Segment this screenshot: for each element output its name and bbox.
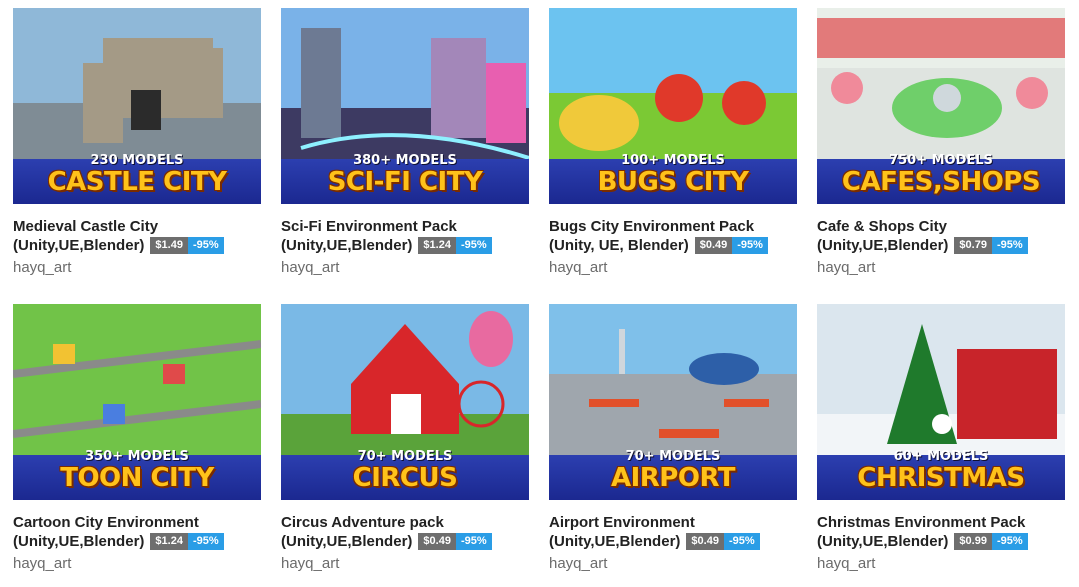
product-banner: 70+ MODELS AIRPORT: [549, 449, 797, 500]
product-banner: 230 MODELS CASTLE CITY: [13, 153, 261, 204]
price-badge: $0.49: [694, 237, 733, 254]
product-title-line2[interactable]: (Unity,UE,Blender): [281, 532, 412, 551]
discount-badge: -95%: [732, 237, 768, 254]
product-title-line1[interactable]: Airport Environment: [549, 513, 797, 532]
product-title[interactable]: Cafe & Shops City (Unity,UE,Blender) $0.…: [817, 217, 1065, 255]
product-banner: 350+ MODELS TOON CITY: [13, 449, 261, 500]
product-title-line2[interactable]: (Unity,UE,Blender): [549, 532, 680, 551]
product-title[interactable]: Bugs City Environment Pack (Unity, UE, B…: [549, 217, 797, 255]
banner-model-count: 350+ MODELS: [85, 449, 189, 464]
discount-badge: -95%: [455, 533, 492, 550]
product-banner: 70+ MODELS CIRCUS: [281, 449, 529, 500]
banner-model-count: 60+ MODELS: [893, 449, 989, 464]
product-title-line1[interactable]: Circus Adventure pack: [281, 513, 529, 532]
discount-badge: -95%: [991, 533, 1028, 550]
product-title-line2[interactable]: (Unity,UE,Blender): [281, 236, 412, 255]
product-thumbnail[interactable]: 70+ MODELS AIRPORT: [549, 304, 797, 500]
product-title[interactable]: Airport Environment (Unity,UE,Blender) $…: [549, 513, 797, 551]
product-title[interactable]: Medieval Castle City (Unity,UE,Blender) …: [13, 217, 261, 255]
product-thumbnail[interactable]: 750+ MODELS CAFES,SHOPS: [817, 8, 1065, 204]
product-banner: 60+ MODELS CHRISTMAS: [817, 449, 1065, 500]
banner-model-count: 70+ MODELS: [625, 449, 721, 464]
product-card[interactable]: 70+ MODELS CIRCUS Circus Adventure pack …: [281, 304, 529, 578]
price-badge: $1.24: [150, 533, 188, 550]
product-title[interactable]: Sci-Fi Environment Pack (Unity,UE,Blende…: [281, 217, 529, 255]
product-thumbnail[interactable]: 100+ MODELS BUGS CITY: [549, 8, 797, 204]
product-banner: 380+ MODELS SCI-FI CITY: [281, 153, 529, 204]
price-badge: $1.49: [150, 237, 188, 254]
product-title-line1[interactable]: Cafe & Shops City: [817, 217, 1065, 236]
product-title-line2[interactable]: (Unity,UE,Blender): [817, 236, 948, 255]
product-title-line2[interactable]: (Unity,UE,Blender): [13, 532, 144, 551]
banner-model-count: 750+ MODELS: [889, 153, 993, 168]
banner-name: TOON CITY: [60, 463, 214, 493]
product-thumbnail[interactable]: 350+ MODELS TOON CITY: [13, 304, 261, 500]
author-name[interactable]: hayq_art: [13, 555, 261, 572]
author-name[interactable]: hayq_art: [549, 555, 797, 572]
banner-name: AIRPORT: [610, 463, 736, 493]
product-title[interactable]: Cartoon City Environment (Unity,UE,Blend…: [13, 513, 261, 551]
discount-badge: -95%: [187, 237, 224, 254]
discount-badge: -95%: [187, 533, 224, 550]
product-thumbnail[interactable]: 230 MODELS CASTLE CITY: [13, 8, 261, 204]
discount-badge: -95%: [723, 533, 760, 550]
product-title-line1[interactable]: Cartoon City Environment: [13, 513, 261, 532]
discount-badge: -95%: [455, 237, 492, 254]
product-card[interactable]: 380+ MODELS SCI-FI CITY Sci-Fi Environme…: [281, 8, 529, 282]
product-card[interactable]: 60+ MODELS CHRISTMAS Christmas Environme…: [817, 304, 1065, 578]
author-name[interactable]: hayq_art: [281, 555, 529, 572]
product-thumbnail[interactable]: 60+ MODELS CHRISTMAS: [817, 304, 1065, 500]
banner-name: CHRISTMAS: [857, 463, 1025, 493]
product-card[interactable]: 750+ MODELS CAFES,SHOPS Cafe & Shops Cit…: [817, 8, 1065, 282]
product-title-line1[interactable]: Bugs City Environment Pack: [549, 217, 797, 236]
product-title-line1[interactable]: Christmas Environment Pack: [817, 513, 1065, 532]
banner-name: SCI-FI CITY: [327, 167, 483, 197]
price-badge: $0.79: [954, 237, 992, 254]
product-thumbnail[interactable]: 380+ MODELS SCI-FI CITY: [281, 8, 529, 204]
product-card[interactable]: 350+ MODELS TOON CITY Cartoon City Envir…: [13, 304, 261, 578]
product-title-line1[interactable]: Medieval Castle City: [13, 217, 261, 236]
author-name[interactable]: hayq_art: [817, 259, 1065, 276]
banner-name: CASTLE CITY: [47, 167, 227, 197]
banner-model-count: 380+ MODELS: [353, 153, 457, 168]
product-title-line1[interactable]: Sci-Fi Environment Pack: [281, 217, 529, 236]
banner-name: CIRCUS: [352, 463, 458, 493]
product-card[interactable]: 70+ MODELS AIRPORT Airport Environment (…: [549, 304, 797, 578]
banner-model-count: 100+ MODELS: [621, 153, 725, 168]
product-banner: 750+ MODELS CAFES,SHOPS: [817, 153, 1065, 204]
author-name[interactable]: hayq_art: [13, 259, 261, 276]
product-card[interactable]: 230 MODELS CASTLE CITY Medieval Castle C…: [13, 8, 261, 282]
product-title-line2[interactable]: (Unity,UE,Blender): [13, 236, 144, 255]
banner-model-count: 230 MODELS: [90, 153, 184, 168]
price-badge: $0.49: [418, 533, 456, 550]
product-banner: 100+ MODELS BUGS CITY: [549, 153, 797, 204]
banner-name: BUGS CITY: [597, 167, 749, 197]
product-title-line2[interactable]: (Unity, UE, Blender): [549, 236, 689, 255]
price-badge: $1.24: [418, 237, 456, 254]
price-badge: $0.99: [954, 533, 992, 550]
discount-badge: -95%: [991, 237, 1028, 254]
author-name[interactable]: hayq_art: [817, 555, 1065, 572]
product-grid: 230 MODELS CASTLE CITY Medieval Castle C…: [0, 0, 1079, 578]
product-card[interactable]: 100+ MODELS BUGS CITY Bugs City Environm…: [549, 8, 797, 282]
banner-model-count: 70+ MODELS: [357, 449, 453, 464]
author-name[interactable]: hayq_art: [281, 259, 529, 276]
price-badge: $0.49: [686, 533, 724, 550]
product-title-line2[interactable]: (Unity,UE,Blender): [817, 532, 948, 551]
product-title[interactable]: Christmas Environment Pack (Unity,UE,Ble…: [817, 513, 1065, 551]
product-thumbnail[interactable]: 70+ MODELS CIRCUS: [281, 304, 529, 500]
product-title[interactable]: Circus Adventure pack (Unity,UE,Blender)…: [281, 513, 529, 551]
author-name[interactable]: hayq_art: [549, 259, 797, 276]
banner-name: CAFES,SHOPS: [841, 167, 1041, 197]
